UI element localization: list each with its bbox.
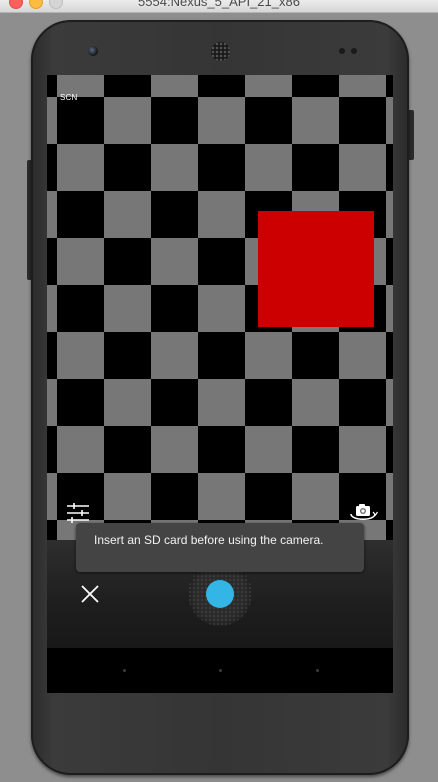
front-camera-lens (88, 46, 98, 56)
switch-camera-icon (350, 504, 378, 520)
light-sensor (351, 48, 357, 54)
toast-message: Insert an SD card before using the camer… (76, 523, 364, 572)
nav-back-button[interactable] (123, 669, 126, 672)
nav-home-button[interactable] (219, 669, 222, 672)
device-screen: SCN Insert an SD card before using the c… (47, 75, 393, 693)
nav-recents-button[interactable] (316, 669, 319, 672)
window-title: 5554:Nexus_5_API_21_x86 (138, 0, 300, 9)
settings-sliders-button[interactable] (65, 502, 91, 524)
camera-viewfinder[interactable]: SCN (47, 75, 393, 540)
window-titlebar: 5554:Nexus_5_API_21_x86 (0, 0, 438, 13)
cancel-button[interactable] (80, 584, 100, 604)
switch-camera-button[interactable] (347, 501, 379, 525)
sliders-icon (67, 503, 89, 523)
proximity-sensor (339, 48, 345, 54)
red-square-object (258, 211, 374, 327)
system-navigation-bar (47, 648, 393, 693)
earpiece-speaker (211, 42, 230, 61)
scene-mode-indicator: SCN (60, 93, 78, 102)
shutter-button[interactable] (206, 580, 234, 608)
close-icon (81, 585, 99, 603)
